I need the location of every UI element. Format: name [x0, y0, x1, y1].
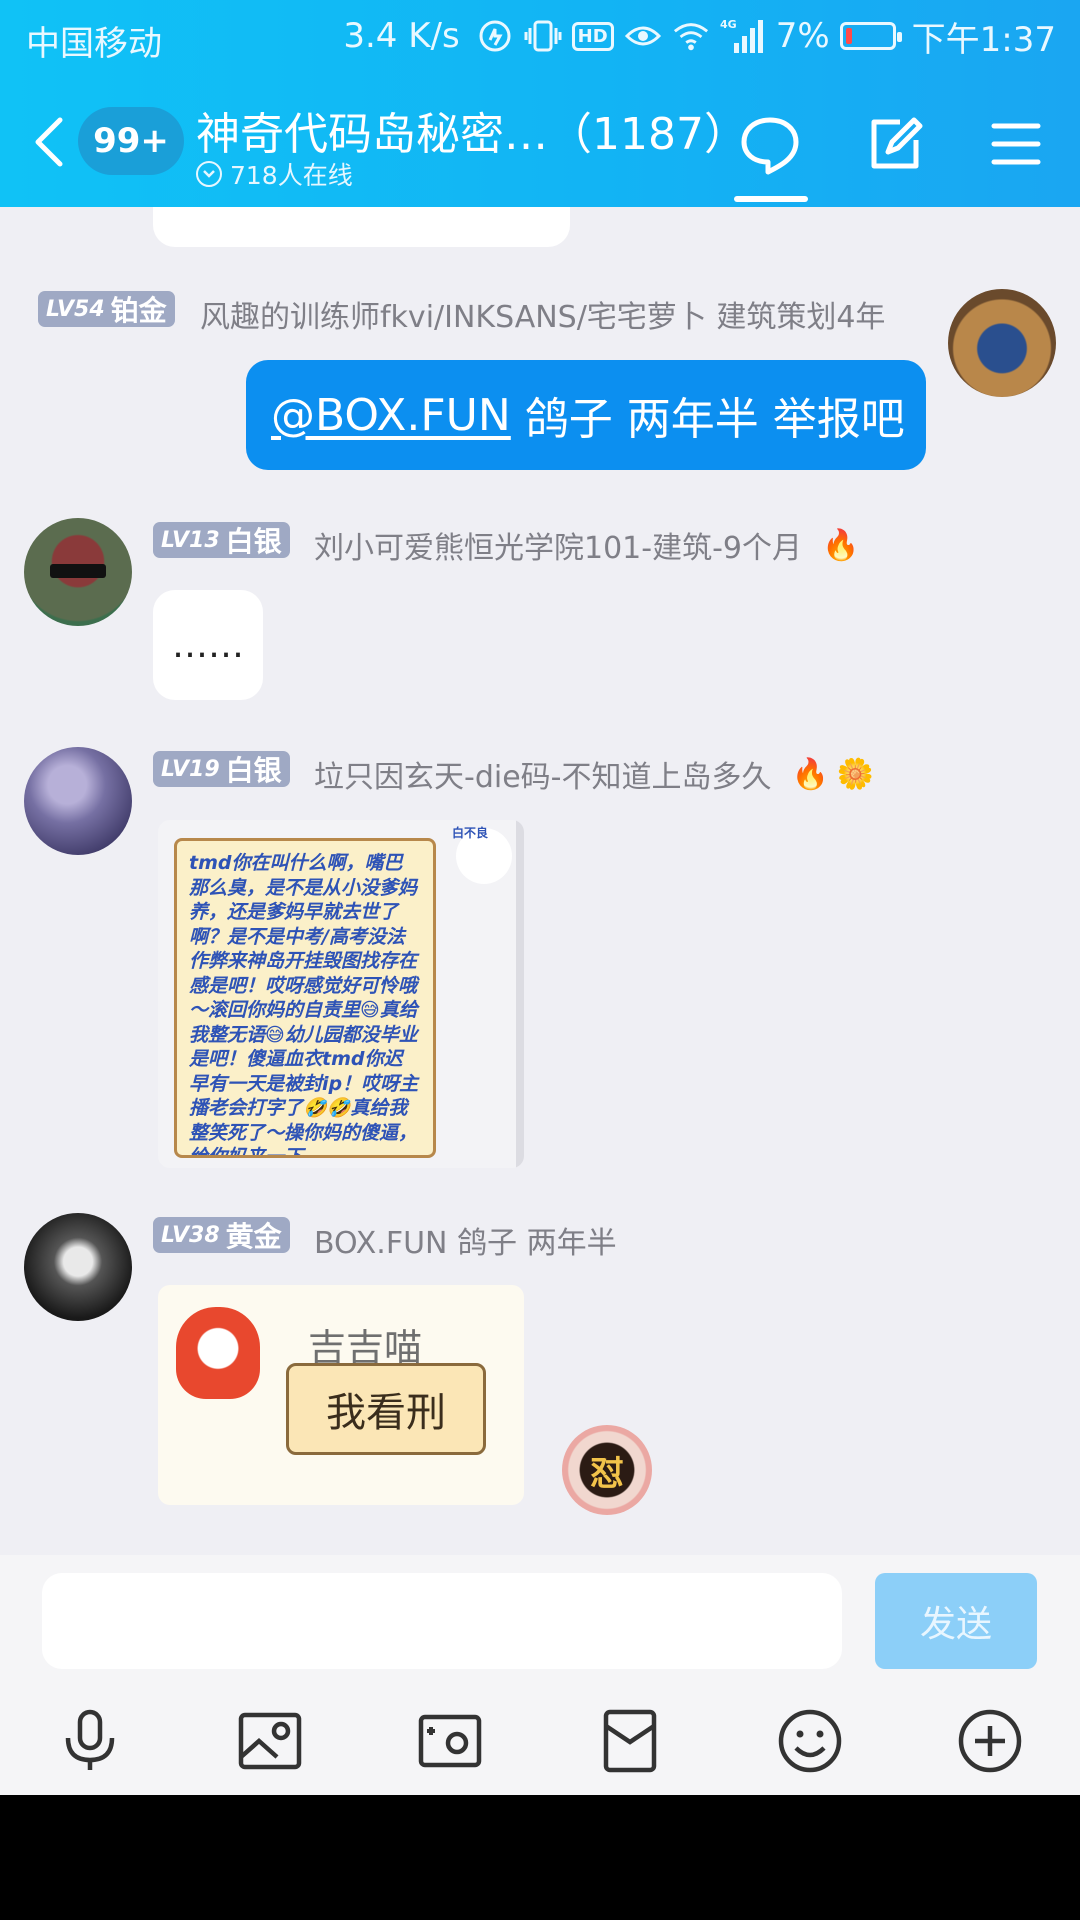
back-arrow-icon — [35, 117, 63, 167]
level-rank: 白银 — [225, 754, 282, 787]
level-rank: 白银 — [225, 525, 282, 558]
my-avatar[interactable] — [948, 289, 1056, 397]
more-button[interactable] — [954, 1705, 1026, 1777]
message-bubble[interactable]: @BOX.FUN 鸽子 两年半 举报吧 — [246, 360, 926, 470]
unread-count-badge[interactable]: 99+ — [78, 107, 184, 175]
back-button[interactable] — [30, 112, 70, 172]
battery-icon — [839, 22, 902, 50]
cat-mascot-icon — [176, 1307, 260, 1399]
sender-avatar[interactable] — [24, 1213, 132, 1321]
status-bar: 中国移动 3.4 K/s HD 4G 7% 下午1:37 — [0, 0, 1080, 74]
emoji-button[interactable] — [774, 1705, 846, 1777]
sender-nickname[interactable]: BOX.FUN 鸽子 两年半 — [314, 1218, 617, 1262]
edit-post-button[interactable] — [862, 112, 926, 176]
top-header: 中国移动 3.4 K/s HD 4G 7% 下午1:37 99+ 神奇代码岛秘密… — [0, 0, 1080, 207]
sticker-sign: 我看刑 — [286, 1363, 486, 1455]
reaction-text: 怼 — [590, 1453, 624, 1494]
chevron-down-circle-icon — [196, 161, 222, 187]
level-rank: 铂金 — [110, 294, 167, 327]
plus-circle-icon — [958, 1709, 1022, 1773]
smiley-icon — [778, 1709, 842, 1773]
eye-comfort-icon — [624, 17, 662, 55]
message-text: 鸽子 两年半 举报吧 — [510, 394, 905, 445]
previous-message-bubble[interactable] — [153, 207, 570, 247]
hd-icon: HD — [571, 21, 614, 51]
net-speed: 3.4 K/s — [343, 16, 460, 56]
signal-icon: 4G — [720, 17, 766, 55]
wifi-icon — [672, 17, 710, 55]
level-badge: LV19 白银 — [153, 751, 290, 787]
group-title[interactable]: 神奇代码岛秘密…（1187） — [196, 98, 748, 162]
vibrate-icon — [524, 17, 562, 55]
send-button[interactable]: 发送 — [875, 1573, 1037, 1669]
fire-icon: 🔥 — [791, 756, 829, 792]
battery-percent: 7% — [775, 16, 830, 56]
red-packet-button[interactable] — [594, 1705, 666, 1777]
nickname-text: 刘小可爱熊恒光学院101-建筑-9个月 — [314, 531, 802, 566]
input-bar: 发送 — [0, 1555, 1080, 1795]
mention-link[interactable]: @BOX.FUN — [271, 390, 511, 441]
sender-avatar[interactable] — [24, 518, 132, 626]
sticker-badge-label: 白不良 — [452, 826, 489, 840]
message-text: …… — [172, 624, 244, 666]
sticker-scroll-text: tmd你在叫什么啊，嘴巴那么臭，是不是从小没爹妈养，还是爹妈早就去世了啊？是不是… — [174, 838, 436, 1158]
voice-button[interactable] — [54, 1705, 126, 1777]
active-tab-indicator — [734, 196, 808, 202]
microphone-icon — [65, 1709, 115, 1770]
status-icons: 3.4 K/s HD 4G 7% 下午1:37 — [343, 14, 1056, 60]
level-number: LV19 — [161, 756, 220, 782]
level-badge: LV38 黄金 — [153, 1217, 290, 1253]
sender-nickname[interactable]: 垃只因玄天-die码-不知道上岛多久 🔥 🌼 — [314, 752, 874, 796]
sender-avatar[interactable] — [24, 747, 132, 855]
fire-icon: 🔥 — [822, 527, 860, 563]
chat-tab-button[interactable] — [738, 112, 802, 176]
image-icon — [238, 1712, 302, 1770]
level-number: LV13 — [161, 527, 220, 553]
data-saver-icon — [476, 17, 514, 55]
online-status[interactable]: 718人在线 — [196, 156, 353, 192]
sticker-image[interactable]: 吉吉喵 我看刑 — [158, 1285, 524, 1505]
sender-nickname[interactable]: 刘小可爱熊恒光学院101-建筑-9个月 🔥 — [314, 523, 859, 567]
level-rank: 黄金 — [225, 1220, 282, 1253]
camera-button[interactable] — [414, 1705, 486, 1777]
nickname-text: 垃只因玄天-die码-不知道上岛多久 — [314, 760, 772, 795]
online-count: 718人在线 — [230, 161, 353, 190]
level-number: LV54 — [46, 296, 105, 322]
menu-button[interactable] — [984, 112, 1048, 176]
hamburger-menu-icon — [991, 123, 1041, 165]
image-button[interactable] — [234, 1705, 306, 1777]
chat-message-list[interactable]: LV54 铂金 风趣的训练师fkvi/INKSANS/宅宅萝卜 建筑策划4年 @… — [0, 207, 1080, 1555]
message-bubble[interactable]: …… — [153, 590, 263, 700]
message-input[interactable] — [42, 1573, 842, 1669]
red-packet-icon — [603, 1709, 657, 1773]
level-badge: LV13 白银 — [153, 522, 290, 558]
carrier-label: 中国移动 — [26, 24, 162, 64]
sticker-image[interactable]: tmd你在叫什么啊，嘴巴那么臭，是不是从小没爹妈养，还是爹妈早就去世了啊？是不是… — [158, 820, 524, 1168]
chat-bubble-icon — [741, 117, 799, 175]
edit-icon — [871, 117, 923, 169]
sender-nickname[interactable]: 风趣的训练师fkvi/INKSANS/宅宅萝卜 建筑策划4年 — [200, 292, 885, 336]
clock: 下午1:37 — [911, 19, 1056, 60]
svg-text:4G: 4G — [720, 18, 737, 31]
camera-icon — [418, 1714, 482, 1768]
system-nav-bar — [0, 1795, 1080, 1920]
flower-icon: 🌼 — [836, 756, 875, 792]
level-badge: LV54 铂金 — [38, 291, 175, 327]
title-bar: 99+ 神奇代码岛秘密…（1187） 718人在线 — [0, 74, 1080, 207]
sticker-mascot-icon: 白不良 — [452, 826, 512, 884]
reaction-sticker[interactable]: 怼 — [562, 1425, 652, 1515]
level-number: LV38 — [161, 1222, 220, 1248]
